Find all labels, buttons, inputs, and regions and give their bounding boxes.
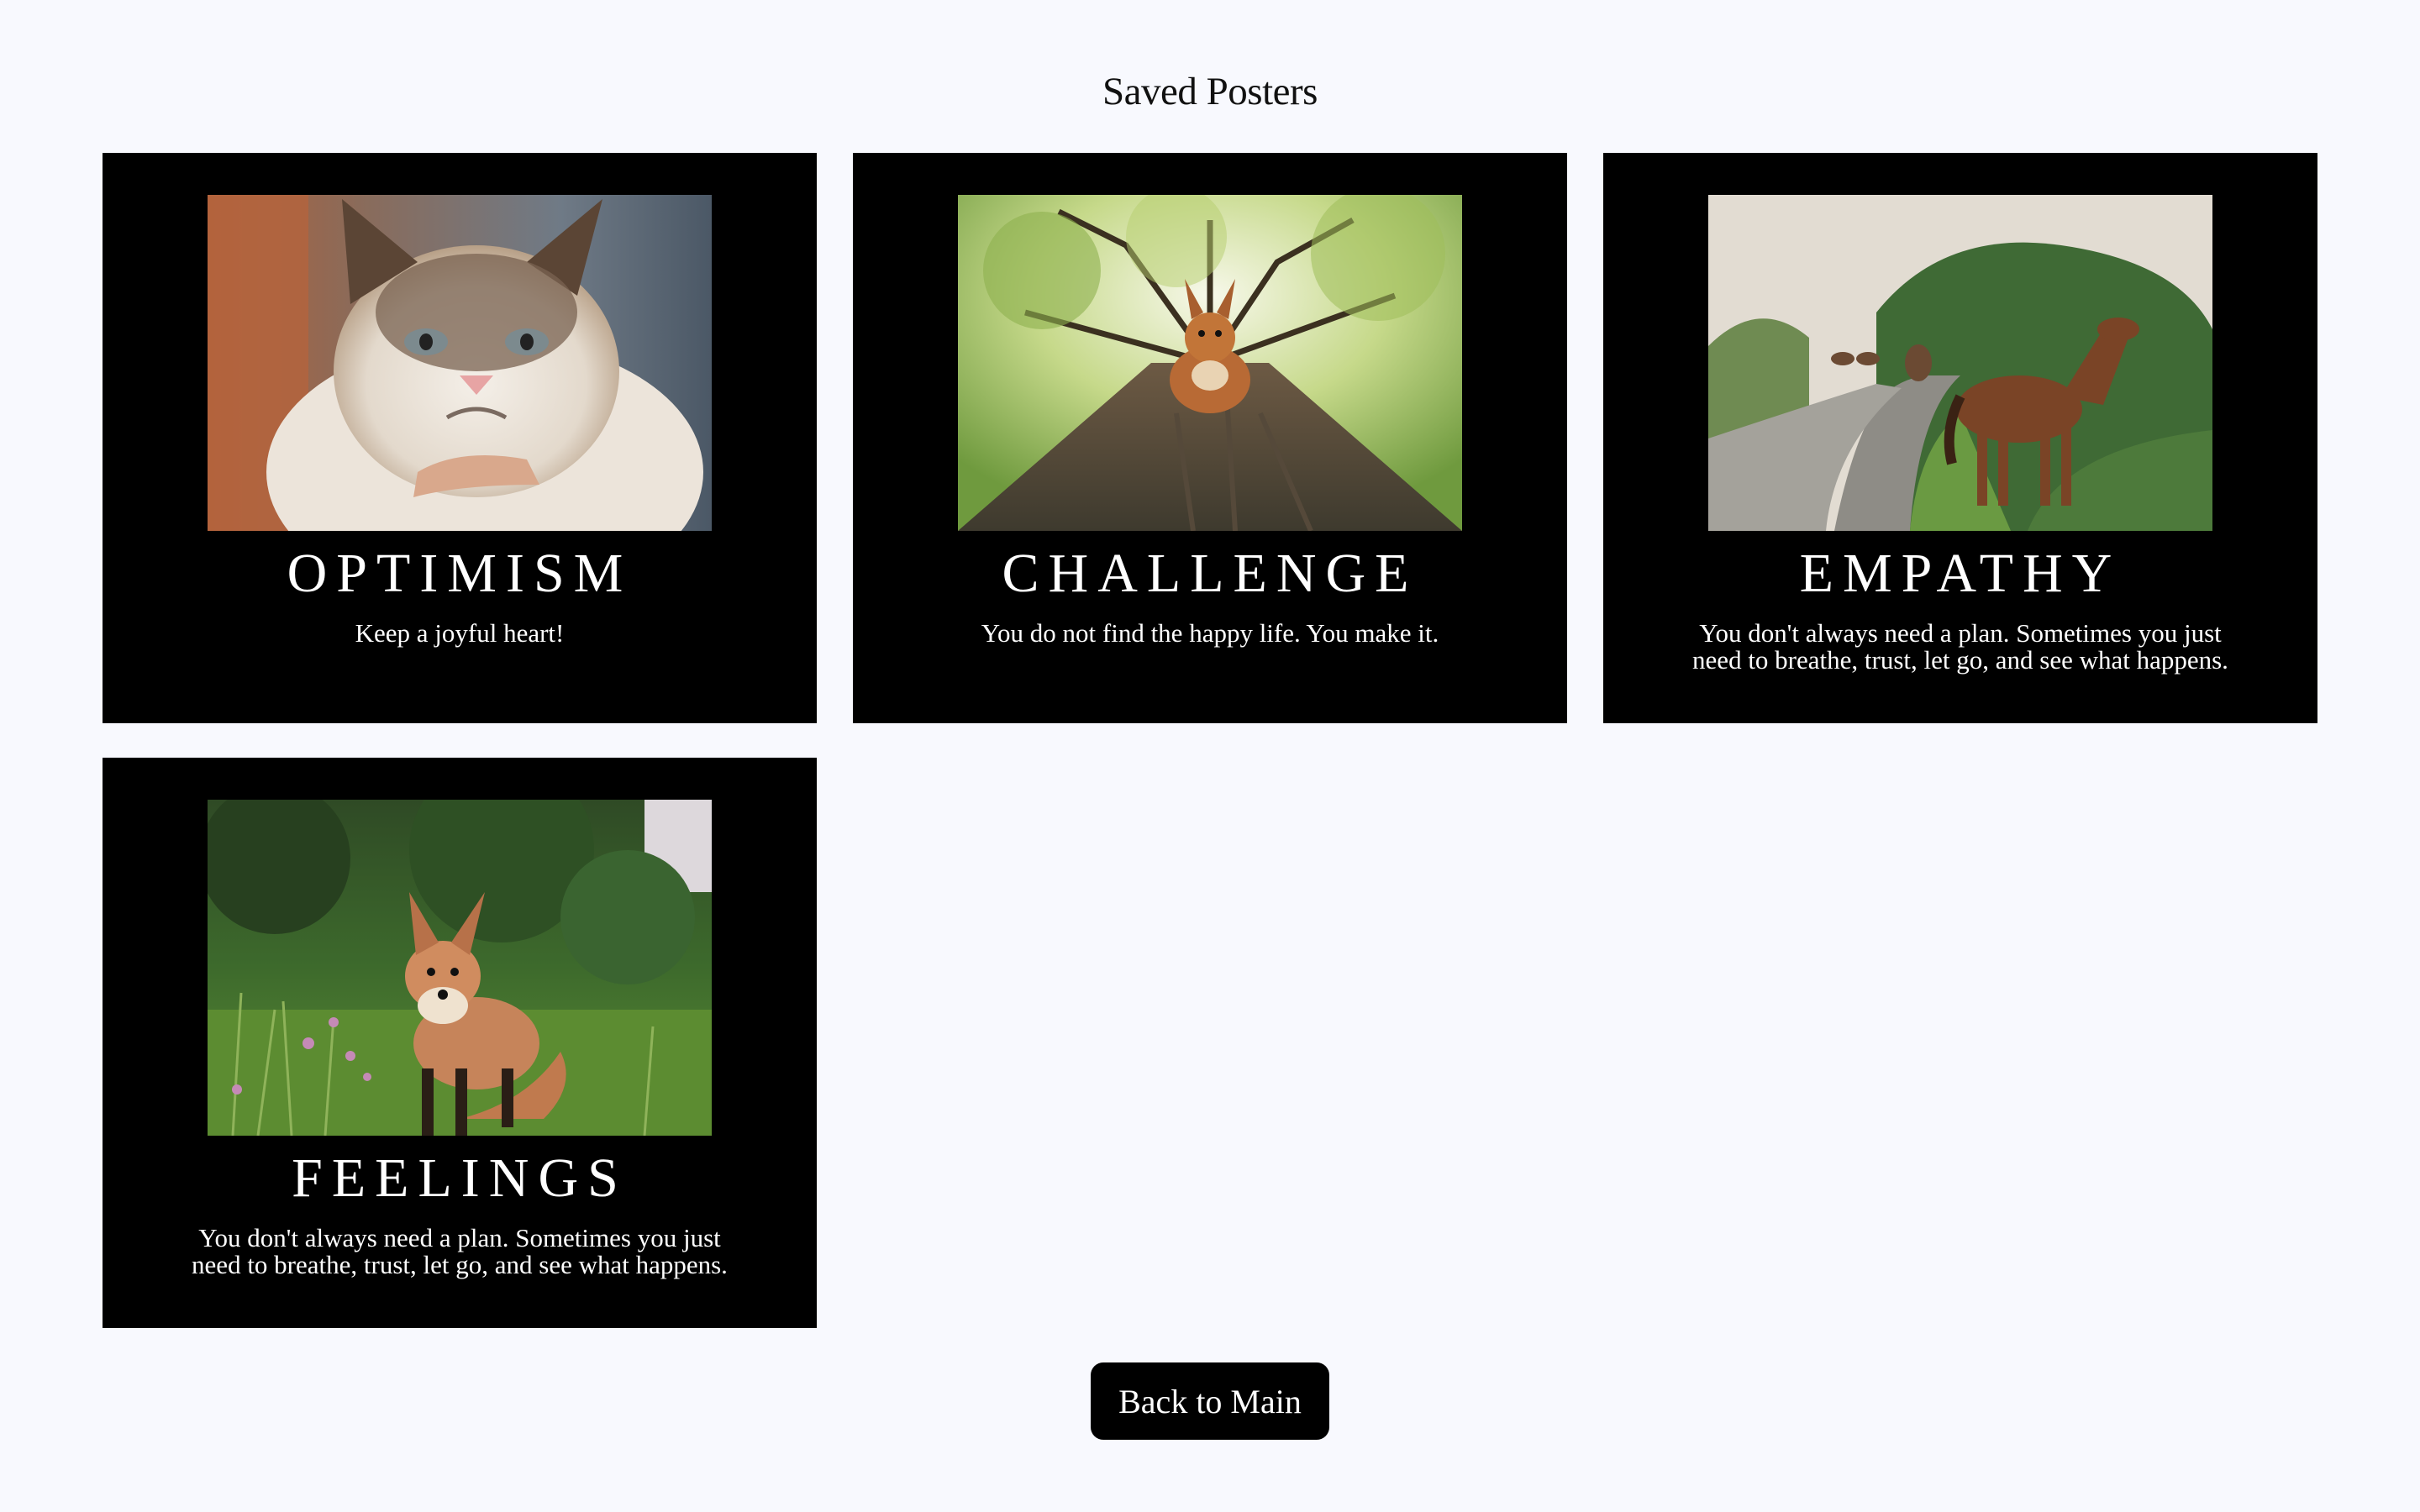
poster-image-horses [1708,195,2212,531]
poster-title: CHALLENGE [1002,543,1418,604]
saved-posters-grid: OPTIMISM Keep a joyful heart! CHALLENGE … [0,0,2420,1512]
poster-title: FEELINGS [292,1147,628,1209]
poster-image-squirrel [958,195,1462,531]
poster-quote: You don't always need a plan. Sometimes … [1692,618,2228,675]
poster-quote: You don't always need a plan. Sometimes … [192,1223,728,1279]
saved-poster-card[interactable]: OPTIMISM Keep a joyful heart! [103,153,817,723]
poster-quote: Keep a joyful heart! [355,618,565,648]
poster-title: EMPATHY [1799,543,2122,604]
saved-poster-card[interactable]: EMPATHY You don't always need a plan. So… [1603,153,2317,723]
saved-poster-card[interactable]: FEELINGS You don't always need a plan. S… [103,758,817,1328]
saved-poster-card[interactable]: CHALLENGE You do not find the happy life… [853,153,1567,723]
poster-image-fox [208,800,712,1136]
back-to-main-button[interactable]: Back to Main [1091,1362,1329,1440]
poster-title: OPTIMISM [287,543,633,604]
poster-quote: You do not find the happy life. You make… [981,618,1439,648]
poster-image-grumpy-cat [208,195,712,531]
